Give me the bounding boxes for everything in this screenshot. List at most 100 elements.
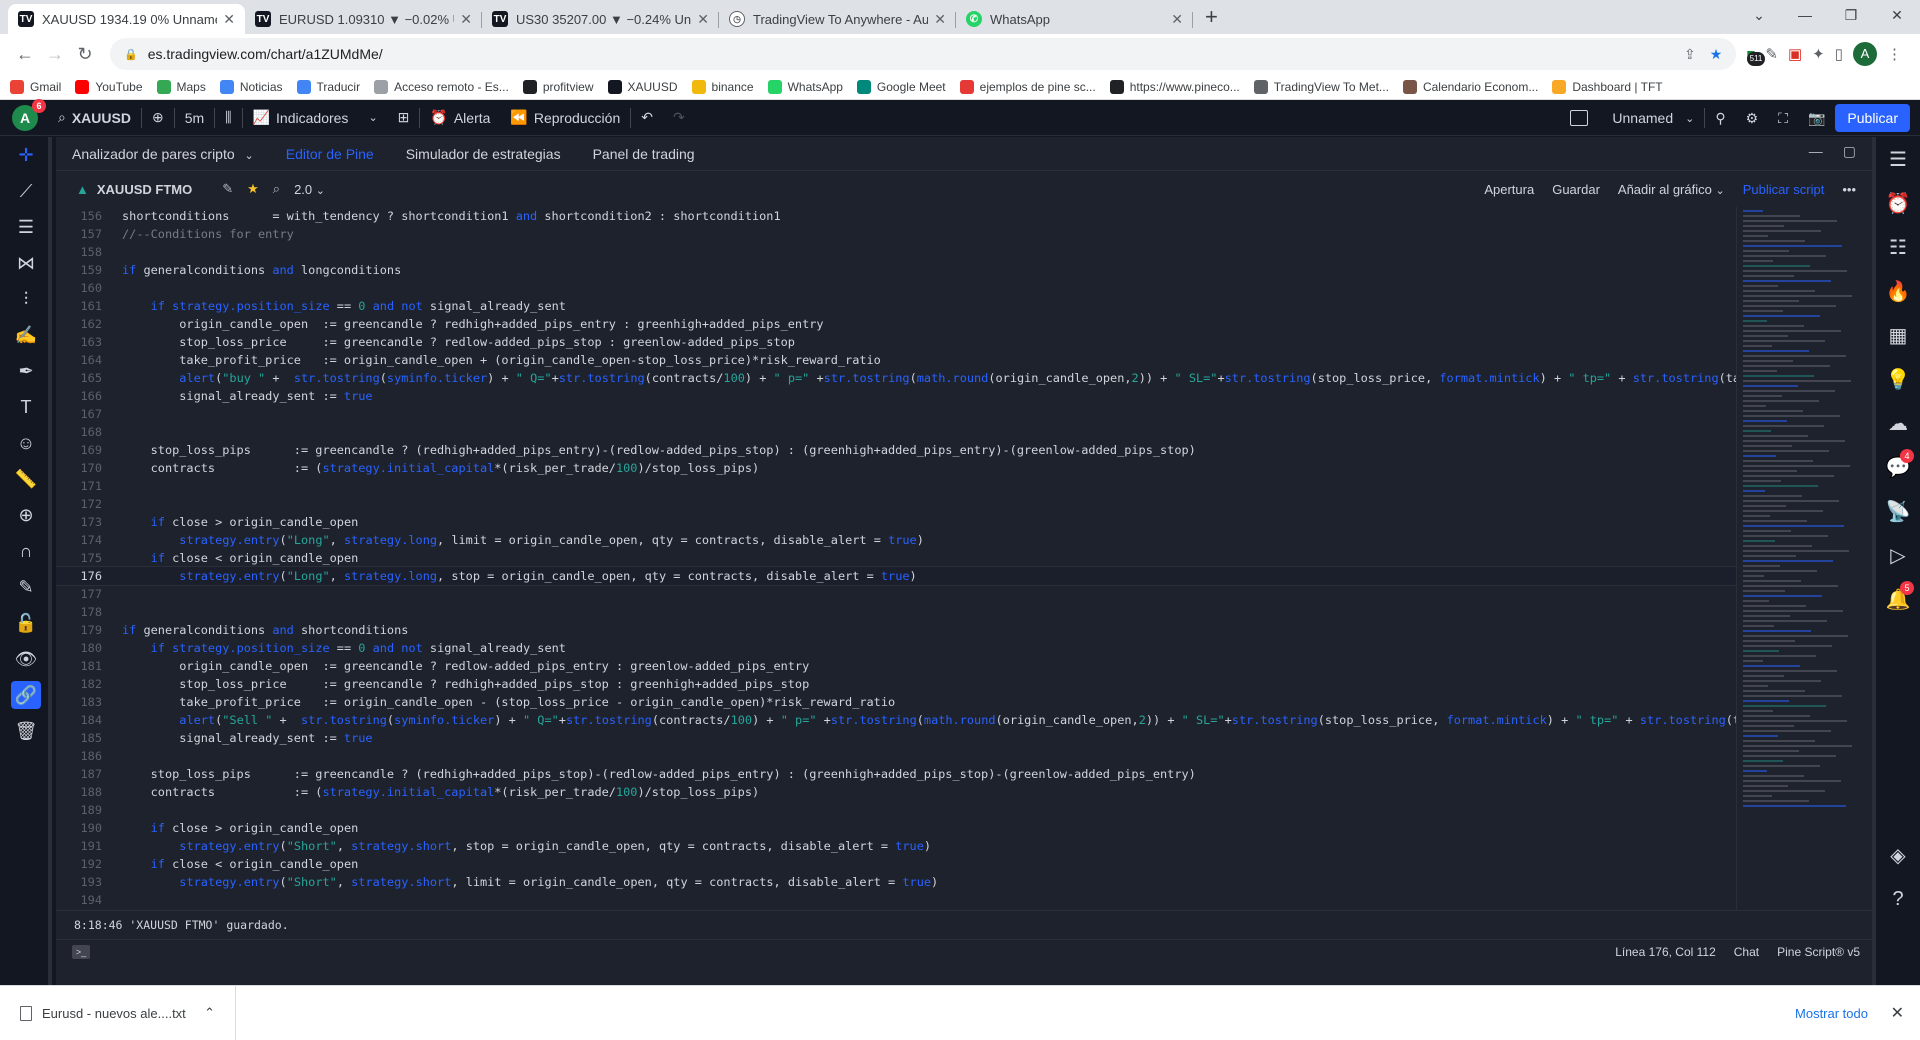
bookmark-item[interactable]: TradingView To Met... bbox=[1253, 79, 1389, 94]
add-to-chart-button[interactable]: Añadir al gráfico ⌄ bbox=[1618, 182, 1725, 197]
code-line[interactable]: 178 bbox=[56, 603, 1736, 621]
publish-button[interactable]: Publicar bbox=[1835, 104, 1910, 132]
trend-line-icon[interactable]: ⟋ bbox=[0, 173, 52, 209]
templates-button[interactable]: ⊞ bbox=[388, 100, 420, 135]
download-item[interactable]: Eurusd - nuevos ale....txt ⌃ bbox=[0, 986, 236, 1040]
play-icon[interactable]: ▷ bbox=[1876, 533, 1920, 577]
zoom-icon[interactable]: ⊕ bbox=[0, 497, 52, 533]
code-line[interactable]: 169 stop_loss_pips := greencandle ? (red… bbox=[56, 441, 1736, 459]
close-window-button[interactable]: ✕ bbox=[1874, 0, 1920, 30]
pencil-icon[interactable]: ✎ bbox=[222, 181, 233, 197]
bookmark-item[interactable]: profitview bbox=[522, 79, 594, 94]
ruler-icon[interactable]: 📏 bbox=[0, 461, 52, 497]
save-button[interactable]: Guardar bbox=[1552, 182, 1600, 197]
layout-button[interactable]: Unnamed ⌄ bbox=[1560, 100, 1704, 136]
minimize-panel-icon[interactable]: — bbox=[1809, 143, 1823, 160]
star-icon[interactable]: ★ bbox=[247, 181, 259, 197]
alerts-clock-icon[interactable]: ⏰ bbox=[1876, 181, 1920, 225]
code-line[interactable]: 171 bbox=[56, 477, 1736, 495]
url-text[interactable]: es.tradingview.com/chart/a1ZUMdMe/ bbox=[148, 46, 1670, 62]
code-line[interactable]: 188 contracts := (strategy.initial_capit… bbox=[56, 783, 1736, 801]
code-line[interactable]: 160 bbox=[56, 279, 1736, 297]
close-tab-icon[interactable]: ✕ bbox=[223, 11, 235, 28]
bookmark-item[interactable]: https://www.pineco... bbox=[1109, 79, 1240, 94]
watchlist-icon[interactable]: ☰ bbox=[1876, 137, 1920, 181]
code-line[interactable]: 165 alert("buy " + str.tostring(syminfo.… bbox=[56, 369, 1736, 387]
browser-tab[interactable]: ◷ TradingView To Anywhere - Auto ✕ bbox=[719, 4, 956, 34]
layers-icon[interactable]: ◈ bbox=[1876, 833, 1920, 877]
forecast-icon[interactable]: ⫶ bbox=[0, 281, 52, 317]
code-line[interactable]: 184 alert("Sell " + str.tostring(syminfo… bbox=[56, 711, 1736, 729]
search-icon[interactable]: ⌕ bbox=[273, 181, 280, 197]
fib-icon[interactable]: ☰ bbox=[0, 209, 52, 245]
menu-icon[interactable]: ⋮ bbox=[1887, 45, 1902, 63]
bookmark-item[interactable]: Acceso remoto - Es... bbox=[374, 79, 509, 94]
version-select[interactable]: 2.0 ⌄ bbox=[294, 182, 325, 197]
code-line[interactable]: 173 if close > origin_candle_open bbox=[56, 513, 1736, 531]
lock-icon[interactable]: 🔒 bbox=[124, 48, 138, 61]
code-line[interactable]: 176 strategy.entry("Long", strategy.long… bbox=[56, 566, 1736, 586]
code-line[interactable]: 183 take_profit_price := origin_candle_o… bbox=[56, 693, 1736, 711]
browser-tab[interactable]: TV XAUUSD 1934.19 0% Unnamed ✕ bbox=[8, 4, 245, 34]
close-tab-icon[interactable]: ✕ bbox=[934, 11, 946, 28]
code-line[interactable]: 166 signal_already_sent := true bbox=[56, 387, 1736, 405]
code-line[interactable]: 191 strategy.entry("Short", strategy.sho… bbox=[56, 837, 1736, 855]
hotlist-icon[interactable]: 🔥 bbox=[1876, 269, 1920, 313]
code-line[interactable]: 180 if strategy.position_size == 0 and n… bbox=[56, 639, 1736, 657]
code-editor[interactable]: 156 shortconditions = with_tendency ? sho… bbox=[56, 207, 1736, 910]
show-all-downloads[interactable]: Mostrar todo bbox=[1795, 1006, 1868, 1021]
ideas-icon[interactable]: 💡 bbox=[1876, 357, 1920, 401]
bookmark-item[interactable]: WhatsApp bbox=[767, 79, 843, 94]
chat-button[interactable]: Chat bbox=[1734, 945, 1759, 959]
compare-button[interactable]: ⊕ bbox=[142, 100, 174, 135]
magnet-icon[interactable]: ∩ bbox=[0, 533, 52, 569]
code-line[interactable]: 158 bbox=[56, 243, 1736, 261]
code-minimap[interactable] bbox=[1736, 207, 1856, 910]
emoji-icon[interactable]: ☺ bbox=[0, 425, 52, 461]
bookmark-item[interactable]: Traducir bbox=[296, 79, 360, 94]
close-tab-icon[interactable]: ✕ bbox=[697, 11, 709, 28]
code-line[interactable]: 193 strategy.entry("Short", strategy.sho… bbox=[56, 873, 1736, 891]
reload-icon[interactable]: ↻ bbox=[70, 44, 100, 65]
notifications-icon[interactable]: 🔔 5 bbox=[1876, 577, 1920, 621]
snapshot-button[interactable]: 📷 bbox=[1798, 100, 1835, 136]
tab-trading-panel[interactable]: Panel de trading bbox=[593, 146, 695, 162]
minimize-button[interactable]: — bbox=[1782, 0, 1828, 30]
chat-icon[interactable]: 💬 4 bbox=[1876, 445, 1920, 489]
interval-button[interactable]: 5m bbox=[175, 100, 214, 135]
extension-icon[interactable]: ▣ bbox=[1788, 45, 1802, 63]
share-icon[interactable]: ⇪ bbox=[1684, 46, 1696, 63]
code-line[interactable]: 177 bbox=[56, 585, 1736, 603]
back-icon[interactable]: ← bbox=[10, 44, 40, 65]
code-line[interactable]: 172 bbox=[56, 495, 1736, 513]
lock-drawings-icon[interactable]: 🔓 bbox=[0, 605, 52, 641]
code-line[interactable]: 156 shortconditions = with_tendency ? sho… bbox=[56, 207, 1736, 225]
tab-strategy-tester[interactable]: Simulador de estrategias bbox=[406, 146, 561, 162]
side-panel-icon[interactable]: ▯ bbox=[1835, 45, 1843, 63]
code-line[interactable]: 157 //--Conditions for entry bbox=[56, 225, 1736, 243]
bookmark-item[interactable]: XAUUSD bbox=[607, 79, 678, 94]
code-line[interactable]: 179 if generalconditions and shortconditi… bbox=[56, 621, 1736, 639]
code-line[interactable]: 161 if strategy.position_size == 0 and n… bbox=[56, 297, 1736, 315]
extension-icon[interactable]: ✎ bbox=[1765, 45, 1778, 63]
undo-button[interactable]: ↶ bbox=[631, 100, 663, 135]
code-line[interactable]: 175 if close < origin_candle_open bbox=[56, 549, 1736, 567]
code-line[interactable]: 170 contracts := (strategy.initial_capit… bbox=[56, 459, 1736, 477]
code-line[interactable]: 185 signal_already_sent := true bbox=[56, 729, 1736, 747]
chart-type-button[interactable]: ⫼ bbox=[215, 100, 241, 135]
code-line[interactable]: 168 bbox=[56, 423, 1736, 441]
code-line[interactable]: 174 strategy.entry("Long", strategy.long… bbox=[56, 531, 1736, 549]
browser-tab[interactable]: ✆ WhatsApp ✕ bbox=[956, 4, 1193, 34]
signals-icon[interactable]: 📡 bbox=[1876, 489, 1920, 533]
maximize-panel-icon[interactable]: ▢ bbox=[1843, 143, 1856, 160]
calendar-icon[interactable]: ▦ bbox=[1876, 313, 1920, 357]
maximize-button[interactable]: ❐ bbox=[1828, 0, 1874, 30]
sync-drawings-icon[interactable]: 🔗 bbox=[0, 677, 52, 713]
chevron-up-icon[interactable]: ⌃ bbox=[204, 1005, 215, 1021]
profile-avatar[interactable]: A bbox=[1853, 42, 1877, 66]
user-avatar[interactable]: A6 bbox=[12, 98, 46, 131]
code-line[interactable]: 186 bbox=[56, 747, 1736, 765]
fullscreen-button[interactable]: ⛶ bbox=[1768, 100, 1798, 136]
bookmark-item[interactable]: Google Meet bbox=[856, 79, 946, 94]
console-toggle-icon[interactable]: >_ bbox=[72, 944, 90, 959]
